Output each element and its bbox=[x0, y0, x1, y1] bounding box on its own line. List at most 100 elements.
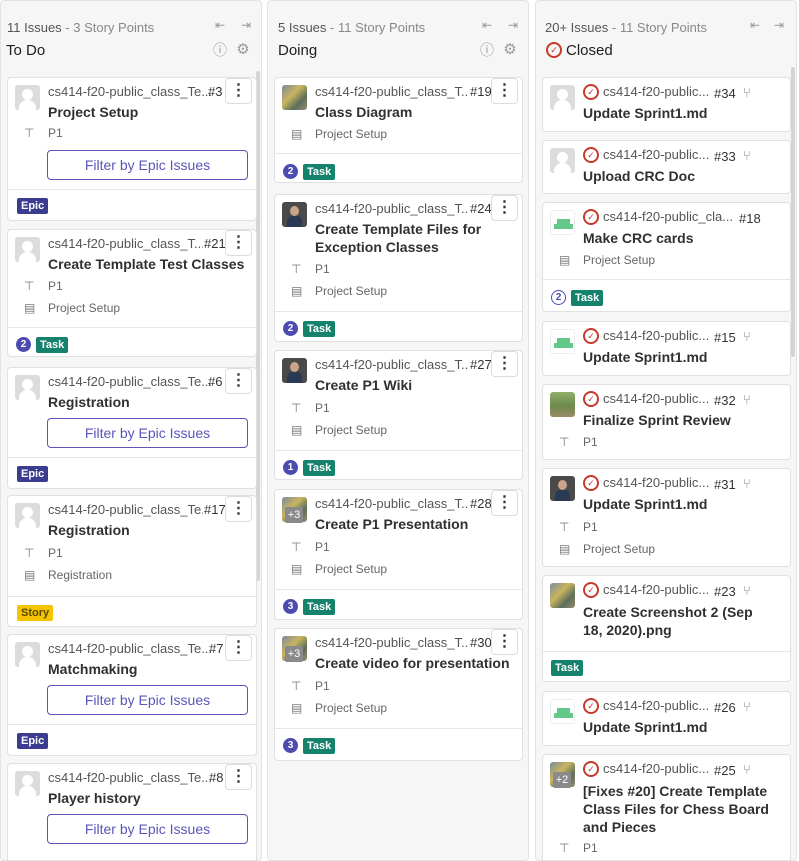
merge-request-icon[interactable]: ⑂ bbox=[743, 583, 751, 598]
card-title[interactable]: Create P1 Wiki bbox=[315, 376, 495, 394]
card-title[interactable]: Create Screenshot 2 (Sep 18, 2020).png bbox=[583, 603, 773, 639]
label-task[interactable]: Task bbox=[36, 337, 69, 353]
collapse-icon[interactable]: ⇤ bbox=[748, 18, 762, 32]
filter-epic-button[interactable]: Filter by Epic Issues bbox=[47, 150, 248, 180]
card-title[interactable]: Create video for presentation bbox=[315, 654, 515, 672]
issue-card[interactable]: cs414-f20-public_class_T... #27 ⋮ Create… bbox=[274, 350, 523, 480]
kebab-menu-button[interactable]: ⋮ bbox=[225, 764, 252, 790]
label-epic[interactable]: Epic bbox=[17, 466, 49, 482]
card-title[interactable]: Matchmaking bbox=[48, 660, 228, 678]
card-project[interactable]: cs414-f20-public_class_Te... bbox=[48, 641, 211, 656]
collapse-icon[interactable]: ⇤ bbox=[213, 18, 227, 32]
kebab-menu-button[interactable]: ⋮ bbox=[491, 351, 518, 377]
label-story[interactable]: Story bbox=[17, 605, 54, 621]
epic-row[interactable]: ▤ Project Setup bbox=[24, 301, 120, 315]
issue-card[interactable]: +3 cs414-f20-public_class_T... #30 ⋮ Cre… bbox=[274, 628, 523, 761]
kebab-menu-button[interactable]: ⋮ bbox=[225, 78, 252, 104]
card-title[interactable]: Finalize Sprint Review bbox=[583, 411, 783, 429]
merge-request-icon[interactable]: ⑂ bbox=[743, 148, 751, 163]
info-icon[interactable]: ⓘ bbox=[480, 43, 494, 57]
card-title[interactable]: Make CRC cards bbox=[583, 229, 783, 247]
filter-epic-button[interactable]: Filter by Epic Issues bbox=[47, 418, 248, 448]
card-project[interactable]: cs414-f20-public_class_Te... bbox=[48, 502, 203, 517]
label-epic[interactable]: Epic bbox=[17, 733, 49, 749]
kebab-menu-button[interactable]: ⋮ bbox=[491, 195, 518, 221]
card-project[interactable]: cs414-f20-public_class_Te... bbox=[48, 84, 211, 99]
card-project[interactable]: cs414-f20-public_class_Te... bbox=[48, 374, 211, 389]
kebab-menu-button[interactable]: ⋮ bbox=[225, 635, 252, 661]
card-title[interactable]: Create P1 Presentation bbox=[315, 515, 495, 533]
issue-card[interactable]: ✓ cs414-f20-public... #34 ⑂ Update Sprint… bbox=[542, 77, 791, 132]
issue-card[interactable]: ✓ cs414-f20-public... #32 ⑂ Finalize Spri… bbox=[542, 384, 791, 460]
issue-card[interactable]: ✓ cs414-f20-public_cla... #18 Make CRC ca… bbox=[542, 202, 791, 312]
epic-row[interactable]: ▤ Registration bbox=[24, 568, 112, 582]
issue-card[interactable]: ✓ cs414-f20-public... #31 ⑂ Update Sprint… bbox=[542, 468, 791, 567]
card-project[interactable]: cs414-f20-public_class_Te... bbox=[48, 770, 211, 785]
issue-card[interactable]: ✓ cs414-f20-public... #23 ⑂ Create Screen… bbox=[542, 575, 791, 682]
card-title[interactable]: Class Diagram bbox=[315, 103, 495, 121]
card-project[interactable]: cs414-f20-public_class_T... bbox=[315, 635, 468, 650]
card-project[interactable]: cs414-f20-public_class_T... bbox=[315, 201, 468, 216]
label-task[interactable]: Task bbox=[303, 599, 336, 615]
issue-card[interactable]: cs414-f20-public_class_Te... #7 ⋮ Matchm… bbox=[7, 634, 257, 756]
card-title[interactable]: Update Sprint1.md bbox=[583, 104, 783, 122]
card-title[interactable]: [Fixes #20] Create Template Class Files … bbox=[583, 782, 788, 836]
label-task[interactable]: Task bbox=[303, 460, 336, 476]
kebab-menu-button[interactable]: ⋮ bbox=[491, 490, 518, 516]
filter-epic-button[interactable]: Filter by Epic Issues bbox=[47, 814, 248, 844]
card-title[interactable]: Update Sprint1.md bbox=[583, 718, 783, 736]
epic-row[interactable]: ▤ Project Setup bbox=[291, 562, 387, 576]
issue-card[interactable]: +2 ✓ cs414-f20-public... #25 ⑂ [Fixes #20… bbox=[542, 754, 791, 860]
epic-row[interactable]: ▤ Project Setup bbox=[559, 542, 655, 556]
settings-icon[interactable]: ⚙ bbox=[503, 42, 517, 57]
issue-card[interactable]: cs414-f20-public_class_Te... #8 ⋮ Player… bbox=[7, 763, 257, 860]
label-epic[interactable]: Epic bbox=[17, 198, 49, 214]
issue-card[interactable]: cs414-f20-public_class_Te... #6 ⋮ Regist… bbox=[7, 367, 257, 489]
label-task[interactable]: Task bbox=[571, 290, 604, 306]
label-task[interactable]: Task bbox=[303, 738, 336, 754]
kebab-menu-button[interactable]: ⋮ bbox=[491, 629, 518, 655]
card-project[interactable]: cs414-f20-public_class_T... bbox=[315, 84, 468, 99]
scrollbar[interactable] bbox=[791, 67, 795, 357]
collapse-icon[interactable]: ⇤ bbox=[480, 18, 494, 32]
epic-row[interactable]: ▤ Project Setup bbox=[291, 423, 387, 437]
issue-card[interactable]: ✓ cs414-f20-public... #15 ⑂ Update Sprint… bbox=[542, 321, 791, 376]
label-task[interactable]: Task bbox=[303, 321, 336, 337]
card-title[interactable]: Registration bbox=[48, 521, 228, 539]
merge-request-icon[interactable]: ⑂ bbox=[743, 392, 751, 407]
card-title[interactable]: Create Template Files for Exception Clas… bbox=[315, 220, 495, 256]
label-task[interactable]: Task bbox=[551, 660, 584, 676]
card-title[interactable]: Player history bbox=[48, 789, 228, 807]
epic-row[interactable]: ▤ Project Setup bbox=[291, 127, 387, 141]
card-project[interactable]: cs414-f20-public_class_T... bbox=[315, 357, 468, 372]
info-icon[interactable]: ⓘ bbox=[213, 43, 227, 57]
merge-request-icon[interactable]: ⑂ bbox=[743, 476, 751, 491]
filter-epic-button[interactable]: Filter by Epic Issues bbox=[47, 685, 248, 715]
issue-card[interactable]: cs414-f20-public_class_Te... #17 ⋮ Regis… bbox=[7, 495, 257, 627]
merge-request-icon[interactable]: ⑂ bbox=[743, 762, 751, 777]
issue-card[interactable]: +3 cs414-f20-public_class_T... #28 ⋮ Cre… bbox=[274, 489, 523, 620]
issue-card[interactable]: cs414-f20-public_class_T... #24 ⋮ Create… bbox=[274, 194, 523, 342]
kebab-menu-button[interactable]: ⋮ bbox=[491, 78, 518, 104]
expand-icon[interactable]: ⇥ bbox=[506, 18, 520, 32]
card-title[interactable]: Update Sprint1.md bbox=[583, 348, 783, 366]
merge-request-icon[interactable]: ⑂ bbox=[743, 329, 751, 344]
issue-card[interactable]: ✓ cs414-f20-public... #26 ⑂ Update Sprint… bbox=[542, 691, 791, 746]
issue-card[interactable]: cs414-f20-public_class_T... #21 ⋮ Create… bbox=[7, 229, 257, 357]
card-project[interactable]: cs414-f20-public_class_T... bbox=[315, 496, 468, 511]
epic-row[interactable]: ▤ Project Setup bbox=[559, 253, 655, 267]
card-title[interactable]: Registration bbox=[48, 393, 228, 411]
epic-row[interactable]: ▤ Project Setup bbox=[291, 284, 387, 298]
card-title[interactable]: Project Setup bbox=[48, 103, 228, 121]
card-title[interactable]: Create Template Test Classes bbox=[48, 255, 248, 273]
card-title[interactable]: Upload CRC Doc bbox=[583, 167, 783, 185]
issue-card[interactable]: cs414-f20-public_class_Te... #3 ⋮ Projec… bbox=[7, 77, 257, 221]
kebab-menu-button[interactable]: ⋮ bbox=[225, 368, 252, 394]
card-project[interactable]: cs414-f20-public_class_T... bbox=[48, 236, 203, 251]
merge-request-icon[interactable]: ⑂ bbox=[743, 85, 751, 100]
epic-row[interactable]: ▤ Project Setup bbox=[291, 701, 387, 715]
expand-icon[interactable]: ⇥ bbox=[772, 18, 786, 32]
kebab-menu-button[interactable]: ⋮ bbox=[225, 230, 252, 256]
issue-card[interactable]: ✓ cs414-f20-public... #33 ⑂ Upload CRC Do… bbox=[542, 140, 791, 194]
issue-card[interactable]: cs414-f20-public_class_T... #19 ⋮ Class … bbox=[274, 77, 523, 183]
